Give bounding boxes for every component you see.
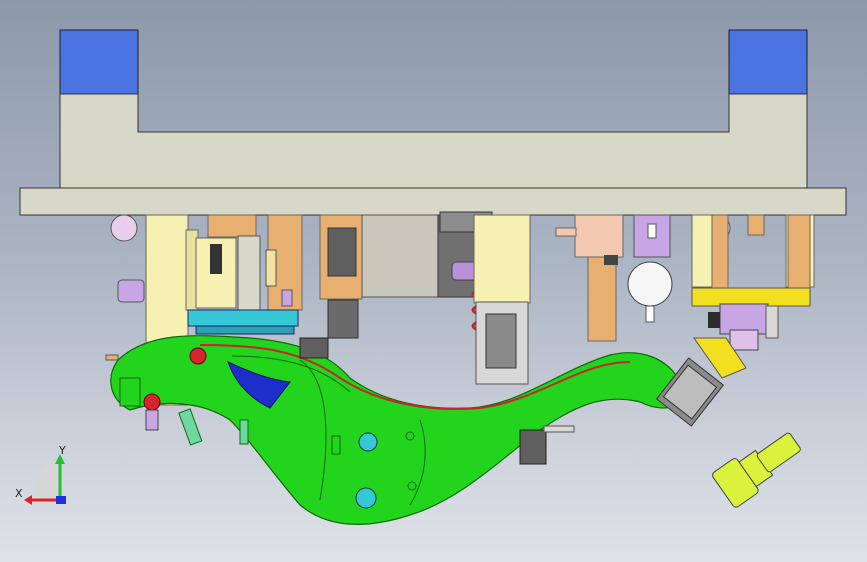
grey-block xyxy=(361,214,439,298)
cad-viewport[interactable]: Y X xyxy=(0,0,867,562)
hole-upper xyxy=(358,432,378,452)
frame-assembly xyxy=(19,29,847,216)
cyan-plate xyxy=(187,309,299,327)
frame-pad-left xyxy=(59,29,139,95)
hole-lower xyxy=(355,487,377,509)
frame-base-plate xyxy=(19,187,847,216)
axis-triad: Y X xyxy=(15,444,66,505)
y-axis-label: Y xyxy=(58,444,66,457)
clamp-arm-yellow xyxy=(691,287,811,307)
x-axis-label: X xyxy=(15,487,23,500)
pivot-left xyxy=(110,214,138,242)
workpiece[interactable] xyxy=(110,335,725,525)
frame-pad-right xyxy=(728,29,808,95)
frame-upper xyxy=(59,93,808,189)
gauge-dial xyxy=(627,261,673,307)
detached-pin xyxy=(712,432,801,508)
locating-pin-knob xyxy=(117,279,145,303)
z-axis-marker xyxy=(56,496,66,504)
fixture-model[interactable]: Y X xyxy=(0,0,867,562)
